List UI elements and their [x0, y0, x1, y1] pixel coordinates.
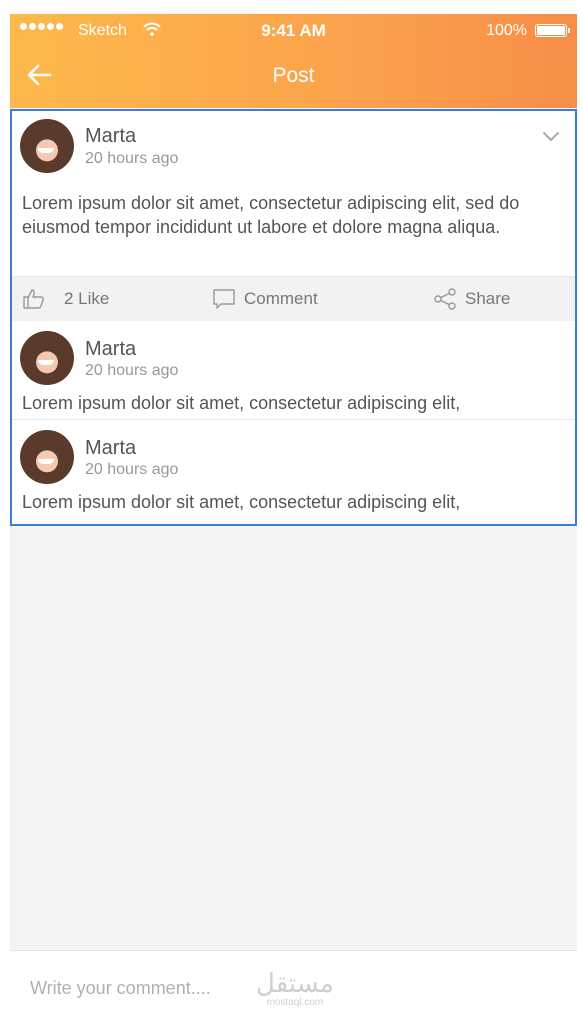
- like-button[interactable]: 2 Like: [22, 277, 109, 321]
- post-thread: Marta 20 hours ago Lorem ipsum dolor sit…: [10, 109, 577, 526]
- reply-timestamp: 20 hours ago: [85, 461, 179, 478]
- share-icon: [434, 288, 456, 310]
- phone-screen: Sketch 9:41 AM 100% Post Marta 20 hours …: [10, 14, 577, 1022]
- post-timestamp: 20 hours ago: [85, 150, 179, 167]
- list-item: Marta 20 hours ago Lorem ipsum dolor sit…: [12, 321, 575, 417]
- comment-input[interactable]: [28, 969, 392, 1007]
- watermark-latin: mostaql.com: [266, 997, 324, 1008]
- reply-author[interactable]: Marta: [85, 437, 136, 460]
- thumbs-up-icon: [23, 289, 44, 309]
- reply-author[interactable]: Marta: [85, 338, 136, 361]
- post-actions: 2 Like Comment Share: [12, 276, 575, 321]
- battery-percentage: 100%: [486, 22, 527, 39]
- watermark-logo: مستقل mostaql.com: [256, 971, 334, 1008]
- status-bar: Sketch 9:41 AM 100%: [10, 14, 577, 48]
- chevron-down-icon[interactable]: [540, 125, 562, 147]
- comment-icon: [213, 289, 235, 309]
- reply-text: Lorem ipsum dolor sit amet, consectetur …: [22, 492, 461, 512]
- comment-button[interactable]: Comment: [212, 277, 318, 321]
- watermark-arabic: مستقل: [256, 969, 334, 999]
- list-item: Marta 20 hours ago Lorem ipsum dolor sit…: [12, 420, 575, 516]
- comment-label: Comment: [244, 289, 318, 308]
- avatar: [20, 331, 74, 385]
- battery-icon: [535, 24, 570, 37]
- reply-timestamp: 20 hours ago: [85, 362, 179, 379]
- comment-composer: مستقل mostaql.com: [10, 950, 577, 1022]
- share-label: Share: [465, 289, 511, 308]
- page-title: Post: [272, 64, 315, 87]
- post-author[interactable]: Marta: [85, 125, 136, 148]
- app-header: Sketch 9:41 AM 100% Post: [10, 14, 577, 108]
- reply-text: Lorem ipsum dolor sit amet, consectetur …: [22, 393, 461, 413]
- share-button[interactable]: Share: [433, 277, 510, 321]
- like-label: 2 Like: [64, 289, 110, 308]
- post-body: Lorem ipsum dolor sit amet, consectetur …: [22, 193, 520, 237]
- avatar: [20, 119, 74, 173]
- post-card: Marta 20 hours ago Lorem ipsum dolor sit…: [12, 111, 575, 276]
- avatar: [20, 430, 74, 484]
